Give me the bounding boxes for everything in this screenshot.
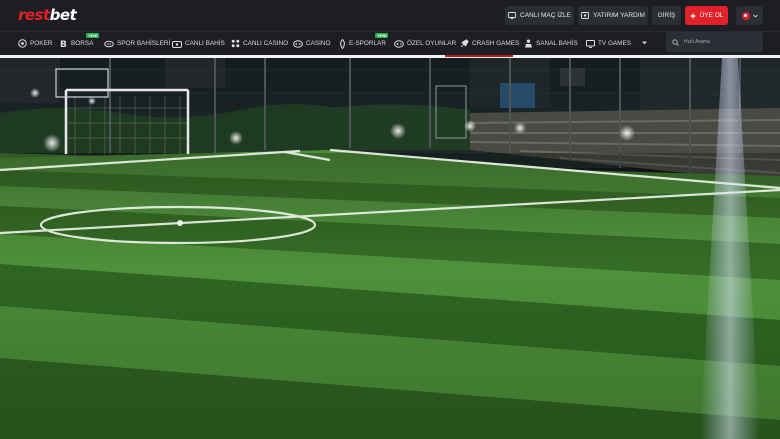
nav-item-special-games[interactable]: ÖZEL OYUNLAR bbox=[394, 32, 456, 55]
login-label: GİRİŞ bbox=[657, 12, 676, 19]
site-logo[interactable]: restbet bbox=[18, 6, 77, 24]
logo-part-1: rest bbox=[18, 6, 50, 24]
gamepad-icon bbox=[340, 38, 345, 49]
chevron-down-icon bbox=[642, 41, 647, 45]
hero-banner-image bbox=[0, 58, 780, 439]
watch-live-label: CANLI MAÇ İZLE bbox=[520, 12, 571, 19]
live-icon bbox=[172, 40, 182, 48]
nav-item-crash-games[interactable]: CRASH GAMES bbox=[460, 32, 519, 55]
register-button[interactable]: ÜYE OL bbox=[685, 6, 728, 25]
watch-live-button[interactable]: CANLI MAÇ İZLE bbox=[505, 6, 574, 25]
nav-item-live-casino[interactable]: CANLI CASINO bbox=[231, 32, 288, 55]
tv-icon bbox=[586, 39, 595, 48]
new-badge: YENİ bbox=[86, 33, 100, 38]
bitcoin-icon: B bbox=[60, 40, 67, 48]
nav-item-casino[interactable]: CASINO bbox=[293, 32, 331, 55]
search-icon bbox=[672, 38, 679, 46]
nav-item-label: CRASH GAMES bbox=[472, 40, 520, 47]
search-input[interactable] bbox=[684, 39, 754, 45]
register-label: ÜYE OL bbox=[699, 12, 724, 19]
deposit-help-button[interactable]: YATIRIM YARDIM bbox=[578, 6, 648, 25]
nav-item-poker[interactable]: POKER bbox=[18, 32, 52, 55]
cards-icon bbox=[231, 39, 240, 48]
nav-item-label: ÖZEL OYUNLAR bbox=[407, 40, 457, 47]
joystick-icon bbox=[394, 39, 404, 48]
quick-search[interactable] bbox=[666, 32, 763, 52]
plus-icon bbox=[690, 13, 696, 18]
language-selector[interactable] bbox=[736, 6, 763, 25]
nav-item-label: CANLI BAHİS bbox=[185, 40, 225, 47]
nav-item-virtual-bet[interactable]: SANAL BAHİS bbox=[524, 32, 578, 55]
nav-item-label: CASINO bbox=[306, 40, 331, 47]
top-bar: restbet CANLI MAÇ İZLE YATIRIM YARDIM Gİ… bbox=[0, 0, 780, 31]
turkey-flag-icon bbox=[741, 11, 750, 20]
nav-item-tv-games[interactable]: TV GAMES bbox=[586, 32, 631, 55]
nav-item-label: E-SPORLAR bbox=[349, 40, 386, 47]
nav-item-label: TV GAMES bbox=[598, 40, 632, 47]
login-button[interactable]: GİRİŞ bbox=[652, 6, 681, 25]
rocket-icon bbox=[460, 39, 469, 48]
new-badge: YENİ bbox=[375, 33, 389, 38]
svg-text:B: B bbox=[60, 40, 67, 48]
nav-item-sports[interactable]: SPOR BAHİSLERİ bbox=[104, 32, 170, 55]
virtual-icon bbox=[525, 39, 532, 48]
nav-item-label: POKER bbox=[30, 40, 53, 47]
main-nav: POKER B BORSA YENİ SPOR BAHİSLERİ CANLI … bbox=[0, 31, 780, 55]
nav-item-label: SPOR BAHİSLERİ bbox=[117, 40, 171, 47]
money-icon bbox=[581, 12, 589, 19]
chevron-down-icon bbox=[752, 14, 758, 18]
slot-icon bbox=[293, 39, 303, 48]
nav-item-live-bet[interactable]: CANLI BAHİS bbox=[172, 32, 225, 55]
nav-item-label: SANAL BAHİS bbox=[536, 40, 578, 47]
football-icon bbox=[104, 40, 114, 47]
deposit-help-label: YATIRIM YARDIM bbox=[593, 12, 645, 19]
nav-item-label: CANLI CASINO bbox=[243, 40, 289, 47]
poker-chip-icon bbox=[18, 39, 27, 48]
active-indicator bbox=[445, 55, 513, 57]
tv-icon bbox=[508, 12, 516, 19]
logo-part-2: bet bbox=[49, 6, 77, 24]
nav-item-label: BORSA bbox=[71, 40, 94, 47]
nav-more-button[interactable] bbox=[642, 41, 647, 47]
